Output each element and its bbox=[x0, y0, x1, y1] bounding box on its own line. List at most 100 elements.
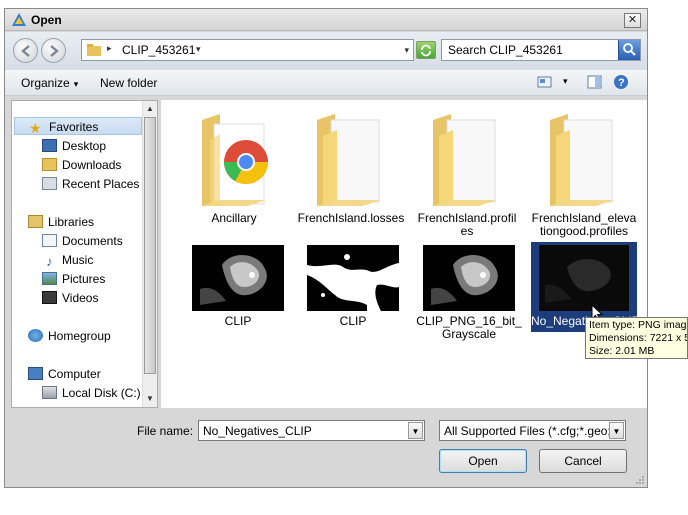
chevron-down-icon[interactable]: ▼ bbox=[408, 422, 423, 439]
new-folder-button[interactable]: New folder bbox=[100, 76, 157, 90]
scroll-down-icon[interactable]: ▼ bbox=[144, 392, 156, 406]
chrome-folder-icon bbox=[202, 114, 268, 206]
cancel-button[interactable]: Cancel bbox=[539, 449, 627, 473]
file-name-value[interactable]: No_Negatives_CLIP bbox=[203, 424, 312, 438]
file-name-label: FrenchIsland.losses bbox=[297, 211, 405, 225]
search-input[interactable]: Search CLIP_453261 bbox=[448, 43, 563, 57]
tooltip-item-type: Item type: PNG imag bbox=[589, 319, 687, 331]
nav-downloads[interactable]: Downloads bbox=[42, 156, 121, 174]
address-bar[interactable]: ▸ CLIP_453261 ▾ ▾ bbox=[81, 39, 414, 61]
forward-arrow-icon bbox=[50, 45, 59, 57]
file-item-clip-1[interactable]: CLIP bbox=[184, 243, 292, 333]
app-logo-icon bbox=[12, 13, 26, 26]
nav-desktop[interactable]: Desktop bbox=[42, 137, 106, 155]
nav-homegroup[interactable]: Homegroup bbox=[28, 327, 111, 345]
search-box[interactable]: Search CLIP_453261 bbox=[441, 39, 641, 61]
nav-desktop-label: Desktop bbox=[62, 139, 107, 153]
file-name-label: Ancillary bbox=[211, 211, 257, 225]
help-icon[interactable]: ? bbox=[613, 74, 629, 90]
nav-libraries-label: Libraries bbox=[48, 215, 95, 229]
file-name-label: CLIP bbox=[224, 314, 252, 328]
command-toolbar: Organize ▾ New folder ▾ ? bbox=[5, 70, 647, 96]
nav-computer[interactable]: Computer bbox=[28, 365, 101, 383]
file-item-ancillary[interactable]: Ancillary bbox=[180, 106, 288, 226]
scrollbar-thumb[interactable] bbox=[144, 117, 156, 374]
search-icon bbox=[623, 43, 636, 56]
forward-button[interactable] bbox=[41, 38, 66, 63]
file-name-field[interactable]: No_Negatives_CLIP ▼ bbox=[198, 420, 425, 441]
close-button[interactable]: ✕ bbox=[624, 13, 641, 28]
computer-icon bbox=[28, 367, 43, 380]
nav-downloads-label: Downloads bbox=[62, 158, 122, 172]
file-name-line2: Grayscale bbox=[441, 327, 497, 341]
breadcrumb-dropdown-icon[interactable]: ▾ bbox=[196, 44, 201, 55]
nav-favorites[interactable]: ★ Favorites bbox=[14, 117, 142, 135]
file-name-label: File name: bbox=[137, 424, 194, 438]
dark-image-thumbnail bbox=[539, 245, 629, 311]
nav-scrollbar[interactable]: ▲ ▼ bbox=[142, 101, 157, 407]
pictures-icon bbox=[42, 272, 57, 285]
folder-icon bbox=[317, 114, 381, 206]
change-view-icon[interactable] bbox=[537, 75, 553, 89]
hard-drive-icon bbox=[42, 386, 57, 399]
nav-computer-label: Computer bbox=[48, 367, 101, 381]
documents-icon bbox=[42, 234, 57, 247]
nav-pictures-label: Pictures bbox=[62, 272, 106, 286]
file-name-label: CLIP bbox=[339, 314, 367, 328]
nav-videos-label: Videos bbox=[62, 291, 99, 305]
back-button[interactable] bbox=[13, 38, 38, 63]
folder-icon bbox=[550, 114, 614, 206]
chevron-down-icon[interactable]: ▼ bbox=[609, 422, 624, 439]
file-item-frenchisland-elevationgood-profiles[interactable]: FrenchIsland_eleva tiongood.profiles bbox=[530, 106, 638, 238]
downloads-folder-icon bbox=[42, 158, 57, 171]
open-button[interactable]: Open bbox=[439, 449, 527, 473]
nav-music-label: Music bbox=[62, 253, 94, 267]
navigation-bar: ▸ CLIP_453261 ▾ ▾ Search CLIP_453261 bbox=[5, 32, 647, 70]
videos-icon bbox=[42, 291, 57, 304]
view-options-dropdown-icon[interactable]: ▾ bbox=[563, 76, 568, 87]
breadcrumb-current[interactable]: CLIP_453261 bbox=[122, 43, 195, 57]
title-bar[interactable]: Open ✕ bbox=[5, 9, 647, 31]
file-item-frenchisland-profiles[interactable]: FrenchIsland.profil es bbox=[413, 106, 521, 238]
back-arrow-icon bbox=[21, 45, 30, 57]
organize-button[interactable]: Organize ▾ bbox=[21, 76, 78, 90]
file-name-line2: tiongood.profiles bbox=[539, 224, 629, 238]
file-item-frenchisland-losses[interactable]: FrenchIsland.losses bbox=[297, 106, 405, 226]
nav-pictures[interactable]: Pictures bbox=[42, 270, 105, 288]
search-button[interactable] bbox=[618, 40, 640, 60]
nav-recent-places-label: Recent Places bbox=[62, 177, 140, 191]
nav-libraries[interactable]: Libraries bbox=[28, 213, 94, 231]
chevron-down-icon: ▾ bbox=[73, 79, 79, 89]
navigation-pane: ★ Favorites Desktop Downloads Recent Plac… bbox=[11, 100, 158, 408]
tooltip-dimensions: Dimensions: 7221 x 5 bbox=[589, 332, 688, 344]
window-title: Open bbox=[31, 13, 62, 27]
nav-videos[interactable]: Videos bbox=[42, 289, 98, 307]
grayscale-image-thumbnail bbox=[423, 245, 515, 311]
grayscale-image-thumbnail bbox=[192, 245, 284, 311]
preview-pane-icon[interactable] bbox=[587, 75, 603, 89]
scroll-up-icon[interactable]: ▲ bbox=[144, 102, 156, 116]
breadcrumb-separator-icon[interactable]: ▸ bbox=[107, 43, 112, 54]
nav-documents-label: Documents bbox=[62, 234, 123, 248]
libraries-icon bbox=[28, 215, 43, 228]
file-list: Ancillary FrenchIsland.losses FrenchIsla… bbox=[161, 100, 647, 408]
file-item-clip-png-16-bit-grayscale[interactable]: CLIP_PNG_16_bit_ Grayscale bbox=[415, 243, 523, 343]
refresh-button[interactable] bbox=[416, 41, 436, 59]
refresh-icon bbox=[421, 44, 431, 57]
file-item-clip-2[interactable]: CLIP bbox=[299, 243, 407, 333]
nav-local-disk[interactable]: Local Disk (C:) bbox=[42, 384, 141, 402]
address-history-dropdown-icon[interactable]: ▾ bbox=[404, 45, 409, 56]
resize-grip-icon[interactable] bbox=[635, 475, 645, 485]
music-icon: ♪ bbox=[46, 254, 53, 269]
nav-recent-places[interactable]: Recent Places bbox=[42, 175, 139, 193]
folder-icon bbox=[433, 114, 497, 206]
file-type-select[interactable]: All Supported Files (*.cfg;*.geo; ▼ bbox=[439, 420, 626, 441]
nav-favorites-label: Favorites bbox=[49, 120, 99, 134]
file-type-value[interactable]: All Supported Files (*.cfg;*.geo; bbox=[444, 424, 611, 438]
file-name-line2: es bbox=[460, 224, 474, 238]
nav-homegroup-label: Homegroup bbox=[48, 329, 111, 343]
nav-documents[interactable]: Documents bbox=[42, 232, 123, 250]
homegroup-icon bbox=[28, 329, 43, 342]
svg-text:?: ? bbox=[618, 77, 625, 89]
nav-music[interactable]: ♪ Music bbox=[42, 251, 93, 269]
